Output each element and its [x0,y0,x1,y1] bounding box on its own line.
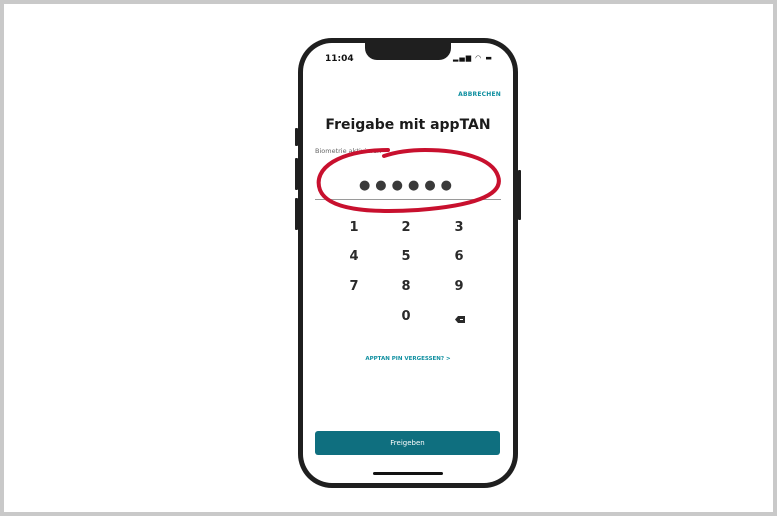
keypad-key-9[interactable]: 9 [439,279,479,294]
backspace-icon[interactable] [455,316,465,323]
battery-icon: ▬ [485,54,493,62]
phone-frame: 11:04 ▂▄▆ ◠ ▬ ABBRECHEN Freigabe mit app… [295,38,521,488]
wifi-icon: ◠ [475,54,482,62]
keypad-key-1[interactable]: 1 [334,220,374,235]
status-icons: ▂▄▆ ◠ ▬ [453,54,493,62]
status-time: 11:04 [325,54,354,64]
mute-button [295,128,298,146]
keypad-key-4[interactable]: 4 [334,249,374,264]
biometrics-toggle-label[interactable]: Biometrie aktivieren [315,147,381,155]
notch [365,43,451,60]
page-title: Freigabe mit appTAN [325,117,491,133]
keypad-key-2[interactable]: 2 [386,220,426,235]
volume-down-button [295,198,298,230]
keypad-key-8[interactable]: 8 [386,279,426,294]
volume-up-button [295,158,298,190]
keypad-key-0[interactable]: 0 [386,309,426,324]
keypad-key-7[interactable]: 7 [334,279,374,294]
pin-dots: ●●●●●● [358,178,458,193]
home-indicator [373,472,443,475]
forgot-pin-link[interactable]: APPTAN PIN VERGESSEN? > [303,356,513,362]
keypad-key-6[interactable]: 6 [439,249,479,264]
keypad-key-3[interactable]: 3 [439,220,479,235]
power-button [518,170,521,220]
signal-icon: ▂▄▆ [452,54,473,62]
phone-screen: 11:04 ▂▄▆ ◠ ▬ ABBRECHEN Freigabe mit app… [303,43,513,483]
pin-underline [315,199,501,200]
cancel-link[interactable]: ABBRECHEN [458,91,501,98]
release-button[interactable]: Freigeben [315,431,500,455]
keypad-key-5[interactable]: 5 [386,249,426,264]
